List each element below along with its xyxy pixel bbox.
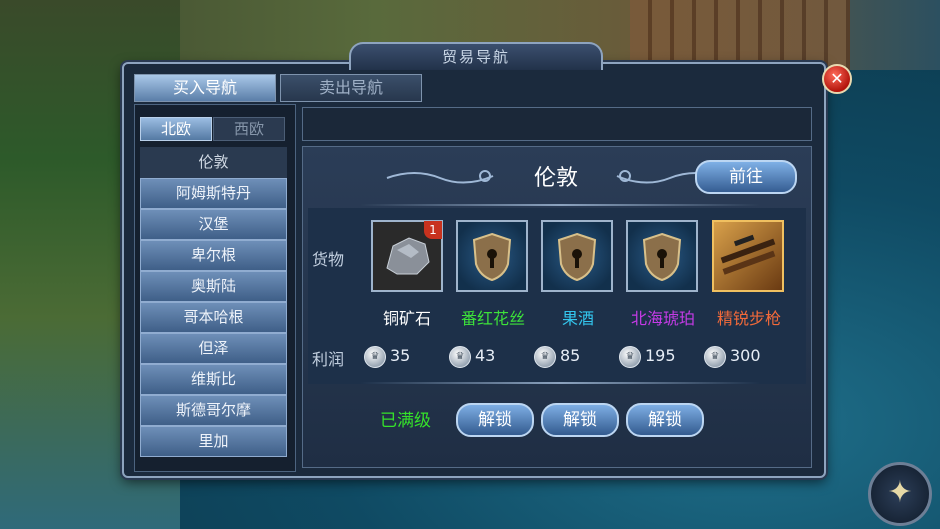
city-item-riga[interactable]: 里加 [140,426,287,457]
silver-coin-icon: ♛ [534,345,556,368]
profit-value: 35 [390,346,411,365]
unlock-button-cider[interactable]: 解锁 [541,403,619,437]
profit-cider: ♛ 85 [534,345,581,368]
profit-value: 300 [730,346,761,365]
goods-count-badge: 1 [424,221,442,239]
close-button[interactable]: ✕ [822,64,852,94]
tab-sell-navigation[interactable]: 卖出导航 [280,74,422,102]
selected-city-title: 伦敦 [533,166,578,191]
silver-coin-icon: ♛ [619,345,641,368]
background-town [630,0,850,70]
left-ornament-icon [386,170,494,184]
panel-title-plate: 贸易导航 [349,42,603,70]
goods-name-cider: 果酒 [561,309,594,328]
profit-value: 43 [475,346,496,365]
city-item-copenhagen[interactable]: 哥本哈根 [140,302,287,333]
profit-amber: ♛ 195 [619,345,676,368]
panel-title: 贸易导航 [441,48,510,66]
silver-coin-icon: ♛ [364,345,386,368]
city-item-amsterdam[interactable]: 阿姆斯特丹 [140,178,287,209]
city-item-stockholm[interactable]: 斯德哥尔摩 [140,395,287,426]
locked-shield-icon [642,232,682,282]
goods-name-copper-ore: 铜矿石 [382,309,431,328]
silver-coin-icon: ♛ [704,345,726,368]
goods-slot-amber[interactable] [626,220,698,292]
profit-copper-ore: ♛ 35 [364,345,411,368]
city-item-hamburg[interactable]: 汉堡 [140,209,287,240]
region-tab-north-europe[interactable]: 北欧 [140,117,212,141]
divider-top [360,204,760,206]
silver-coin-icon: ♛ [449,345,471,368]
rifle-icon [720,234,776,275]
locked-shield-icon [557,232,597,282]
goods-slot-copper-ore[interactable]: 1 [371,220,443,292]
goods-name-saffron: 番红花丝 [460,309,525,328]
profit-value: 85 [560,346,581,365]
profit-value: 195 [645,346,676,365]
locked-shield-icon [472,232,512,282]
goods-slot-cider[interactable] [541,220,613,292]
profit-saffron: ♛ 43 [449,345,496,368]
maxed-label: 已满级 [380,411,431,431]
profit-elite-rifle: ♛ 300 [704,345,761,368]
close-icon: ✕ [830,69,844,88]
compass-icon: ✦ [887,475,913,510]
region-tab-west-europe[interactable]: 西欧 [213,117,285,141]
city-item-london[interactable]: 伦敦 [140,147,287,178]
detail-header-bar [302,107,812,141]
city-item-visby[interactable]: 维斯比 [140,364,287,395]
goods-name-elite-rifle: 精锐步枪 [716,309,781,328]
city-item-oslo[interactable]: 奥斯陆 [140,271,287,302]
goods-slot-saffron[interactable] [456,220,528,292]
goods-row-label: 货物 [312,250,345,269]
go-button[interactable]: 前往 [695,160,797,194]
goods-slot-elite-rifle[interactable] [712,220,784,292]
profit-row-label: 利润 [312,350,345,369]
unlock-button-amber[interactable]: 解锁 [626,403,704,437]
city-item-bergen[interactable]: 卑尔根 [140,240,287,271]
compass-button[interactable]: ✦ [868,462,932,526]
tab-buy-navigation[interactable]: 买入导航 [134,74,276,102]
unlock-button-saffron[interactable]: 解锁 [456,403,534,437]
divider-bottom [360,382,760,384]
city-item-danzig[interactable]: 但泽 [140,333,287,364]
goods-name-amber: 北海琥珀 [630,309,695,328]
